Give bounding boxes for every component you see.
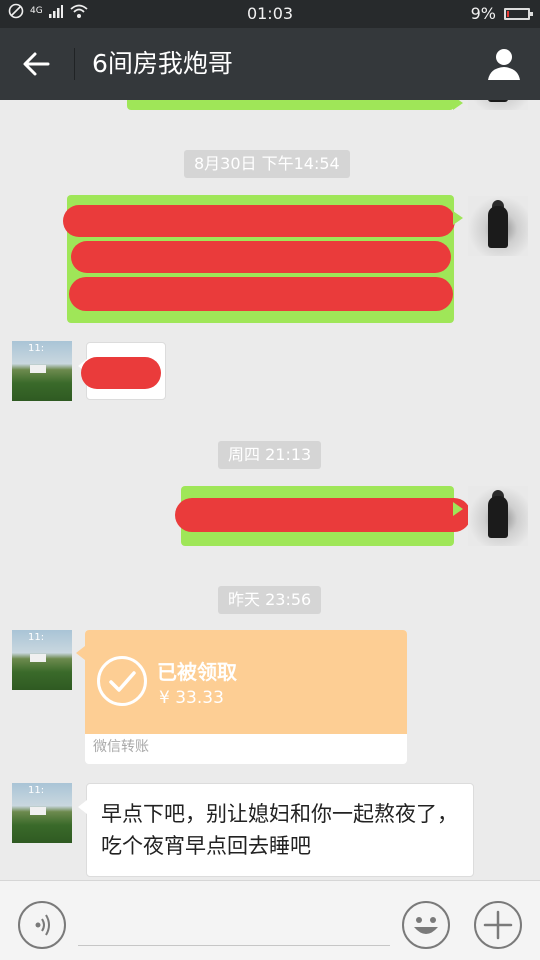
message-bubble-incoming[interactable] [78,342,166,400]
message-bubble-outgoing[interactable] [175,486,471,546]
redaction-mark [71,241,451,273]
back-arrow-icon [23,52,50,76]
checkmark-icon [97,656,147,706]
message-bubble-incoming[interactable]: 早点下吧，别让媳妇和你一起熬夜了，吃个夜宵早点回去睡吧 [78,783,474,877]
emoji-icon [414,917,438,934]
redaction-mark [175,498,471,532]
battery-icon [504,7,533,20]
avatar-self[interactable] [468,486,528,546]
wechat-transfer-card[interactable]: 已被领取 ¥ 33.33 微信转账 [76,630,407,764]
timestamp: 8月30日 下午14:54 [184,150,350,178]
battery-percent: 9% [470,4,496,23]
avatar-contact[interactable]: 11: [12,783,72,843]
avatar-self[interactable] [468,196,528,256]
voice-toggle-button[interactable] [18,901,66,949]
message-input[interactable] [78,945,390,946]
more-button[interactable] [474,901,522,949]
timestamp: 周四 21:13 [218,441,322,469]
message-list[interactable]: 8月30日 下午14:54 11: 周四 21:13 昨天 23:56 11: … [0,100,540,880]
status-bar: 4G 01:03 9% [0,0,540,28]
avatar-contact[interactable]: 11: [12,341,72,401]
transfer-card-header: 已被领取 ¥ 33.33 [85,630,407,734]
chat-info-button[interactable] [484,44,524,84]
avatar-self[interactable] [468,100,528,110]
message-text: 早点下吧，别让媳妇和你一起熬夜了，吃个夜宵早点回去睡吧 [101,802,458,858]
message-bubble-outgoing[interactable] [127,100,463,110]
status-icons-right: 9% [470,4,533,23]
voice-icon [35,914,50,936]
avatar-contact[interactable]: 11: [12,630,72,690]
title-divider [74,48,75,80]
transfer-status: 已被领取 [157,660,237,684]
plus-icon [483,910,513,940]
input-bar [0,880,540,960]
status-time: 01:03 [246,4,294,23]
chat-title: 6间房我炮哥 [92,49,233,78]
timestamp: 昨天 23:56 [218,586,322,614]
redaction-mark [81,357,161,389]
transfer-amount: ¥ 33.33 [159,688,224,708]
back-button[interactable] [18,46,54,82]
redaction-mark [69,277,453,311]
person-icon [488,49,520,80]
transfer-label: 微信转账 [93,739,149,755]
redaction-mark [63,205,455,237]
emoji-button[interactable] [402,901,450,949]
message-bubble-outgoing[interactable] [63,195,463,323]
chat-header: 6间房我炮哥 [0,28,540,100]
